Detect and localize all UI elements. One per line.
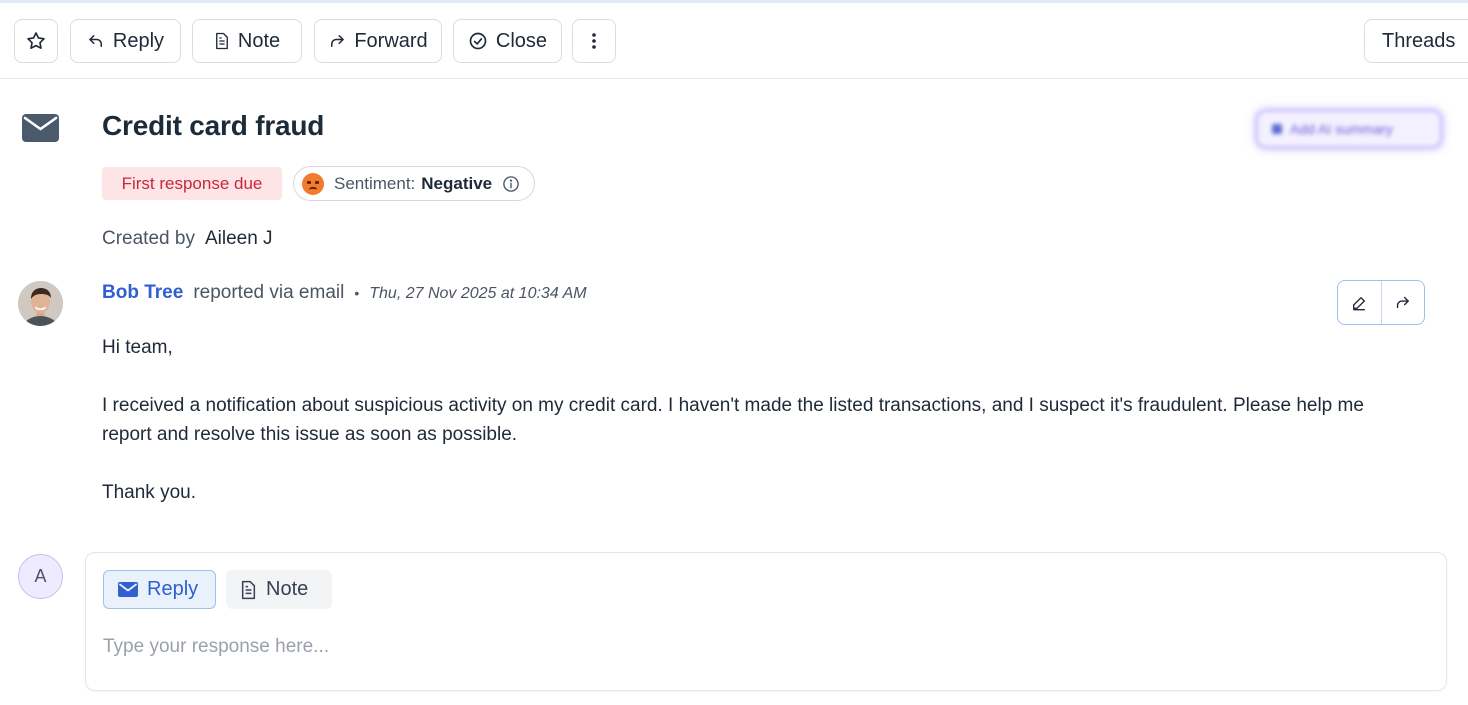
angry-face-icon bbox=[302, 172, 324, 195]
note-button[interactable]: Note bbox=[192, 19, 302, 63]
sentiment-pill: Sentiment: Negative bbox=[293, 166, 535, 201]
forward-message-button[interactable] bbox=[1380, 281, 1425, 324]
forward-button-label: Forward bbox=[354, 29, 428, 52]
header-separator: • bbox=[354, 285, 360, 301]
envelope-icon bbox=[118, 582, 138, 597]
threads-button[interactable]: Threads bbox=[1364, 19, 1468, 63]
forward-arrow-icon bbox=[331, 35, 345, 47]
message-channel: reported via email bbox=[193, 282, 345, 303]
more-actions-button[interactable] bbox=[572, 19, 616, 63]
close-button-label: Close bbox=[495, 29, 548, 52]
message-paragraph: Hi team, bbox=[102, 337, 173, 358]
conversation-toolbar: Reply Note Forward Close Threads bbox=[0, 3, 1468, 79]
note-button-label: Note bbox=[237, 29, 281, 52]
created-by-label: Created by bbox=[102, 228, 195, 249]
info-circle-icon[interactable] bbox=[502, 175, 520, 193]
created-by: Created by Aileen J bbox=[102, 228, 273, 250]
sentiment-label: Sentiment: bbox=[334, 173, 416, 193]
message-header: Bob Tree reported via email • Thu, 27 No… bbox=[102, 282, 587, 304]
threads-button-label: Threads bbox=[1382, 29, 1456, 52]
message-paragraph: I received a notification about suspicio… bbox=[102, 395, 1364, 445]
sender-name[interactable]: Bob Tree bbox=[102, 282, 183, 304]
sla-status-badge: First response due bbox=[102, 167, 282, 200]
document-icon bbox=[215, 32, 228, 50]
reply-composer: Reply Note bbox=[85, 552, 1447, 691]
reply-button[interactable]: Reply bbox=[70, 19, 181, 63]
add-ai-summary-button[interactable]: Add AI summary bbox=[1256, 110, 1442, 148]
ai-summary-label: Add AI summary bbox=[1290, 121, 1393, 137]
composer-note-label: Note bbox=[266, 578, 309, 600]
sentiment-value: Negative bbox=[421, 173, 493, 193]
reply-button-label: Reply bbox=[112, 29, 165, 52]
conversation-title: Credit card fraud bbox=[102, 110, 325, 141]
agent-avatar: A bbox=[18, 554, 63, 599]
reply-arrow-icon bbox=[89, 35, 102, 47]
sender-avatar[interactable] bbox=[18, 281, 63, 326]
envelope-icon bbox=[22, 114, 59, 142]
composer-tab-note[interactable]: Note bbox=[226, 570, 332, 609]
composer-tab-reply[interactable]: Reply bbox=[103, 570, 216, 609]
ai-sparkle-icon bbox=[1272, 124, 1282, 134]
close-conversation-button[interactable]: Close bbox=[453, 19, 562, 63]
check-circle-icon bbox=[469, 32, 487, 50]
vertical-dots-icon bbox=[592, 33, 596, 49]
sentiment-text: Sentiment: Negative bbox=[334, 174, 492, 194]
document-icon bbox=[241, 580, 256, 599]
message-actions bbox=[1337, 280, 1425, 325]
composer-reply-label: Reply bbox=[147, 578, 199, 600]
forward-button[interactable]: Forward bbox=[314, 19, 442, 63]
pencil-icon bbox=[1353, 296, 1366, 310]
message-timestamp: Thu, 27 Nov 2025 at 10:34 AM bbox=[369, 285, 587, 302]
message-body: Hi team, I received a notification about… bbox=[102, 333, 1402, 536]
forward-arrow-icon bbox=[1397, 296, 1410, 309]
star-icon bbox=[27, 32, 45, 50]
created-by-name[interactable]: Aileen J bbox=[205, 228, 273, 250]
message-paragraph: Thank you. bbox=[102, 482, 196, 503]
response-input[interactable] bbox=[103, 632, 1423, 662]
star-button[interactable] bbox=[14, 19, 58, 63]
edit-message-button[interactable] bbox=[1338, 281, 1381, 324]
